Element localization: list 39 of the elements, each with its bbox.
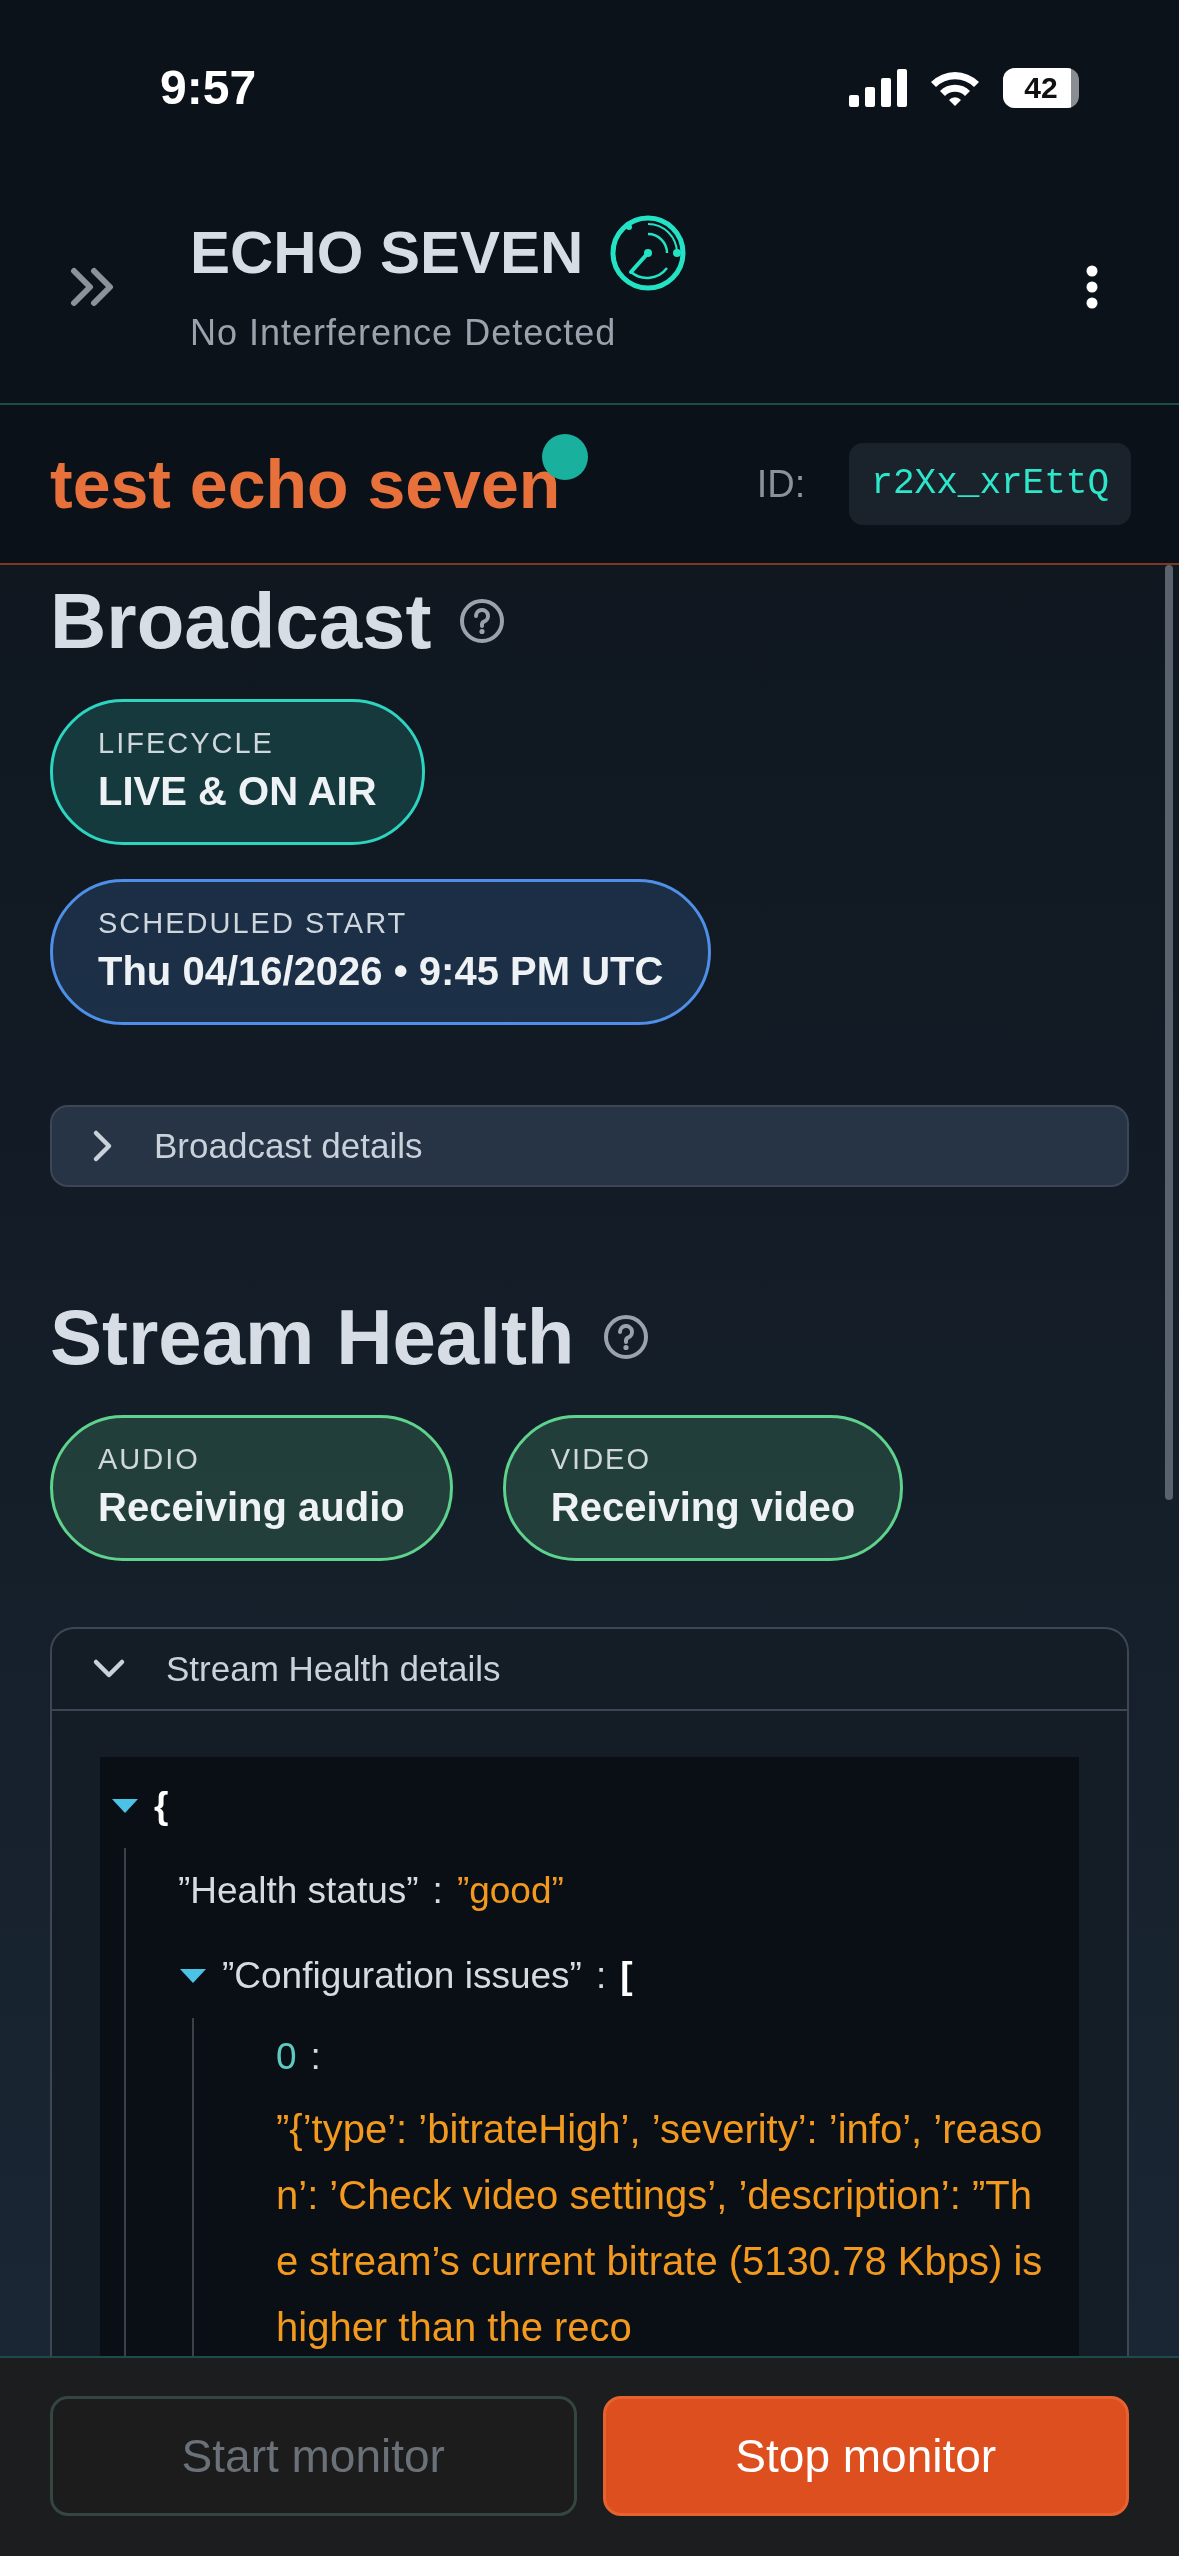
section-heading: Broadcast — [50, 582, 432, 660]
pill-label: LIFECYCLE — [98, 728, 275, 758]
json-index: 0 — [276, 2035, 297, 2080]
help-icon[interactable] — [459, 598, 506, 644]
battery-indicator: 42 — [1003, 68, 1079, 108]
details-toggle[interactable]: Stream Health details — [52, 1629, 1127, 1711]
radar-icon — [609, 213, 688, 292]
stream-name: test echo seven — [50, 446, 561, 522]
pill-label: VIDEO — [550, 1444, 652, 1474]
json-colon: : — [595, 1953, 607, 1998]
app-title: ECHO SEVEN — [190, 222, 584, 283]
json-value: ”{’type’: ’bitrateHigh’, ’severity’: ’info’, ’reason’: ’Check video settings’, ’description’: ”The stream’s current bitrate (5130.78 Kbps) is higher than the reco — [276, 2106, 1044, 2351]
json-value: ”good” — [456, 1868, 564, 1913]
app-subtitle: No Interference Detected — [190, 310, 618, 355]
json-key: ”Health status” — [178, 1862, 419, 1919]
pill-value: Receiving video — [550, 1483, 856, 1531]
chevron-down-icon — [92, 1658, 126, 1680]
double-chevron-icon[interactable] — [70, 266, 116, 307]
section-heading: Stream Health — [50, 1298, 575, 1376]
details-toggle[interactable]: Broadcast details — [50, 1105, 1129, 1187]
id-label: ID: — [756, 461, 806, 507]
pill-value: LIVE & ON AIR — [98, 767, 377, 815]
stop-monitor-button[interactable]: Stop monitor — [602, 2396, 1129, 2516]
chevron-right-icon — [92, 1129, 114, 1163]
wifi-icon — [929, 69, 981, 107]
more-options-icon[interactable] — [1085, 264, 1099, 309]
pill-label: AUDIO — [98, 1444, 201, 1474]
json-bracket: { — [154, 1783, 169, 1828]
pill-label: SCHEDULED START — [98, 908, 409, 938]
json-bracket: [ — [620, 1953, 633, 1998]
stream-id: r2Xx_xrEttQ — [849, 443, 1131, 525]
signal-icon — [849, 69, 907, 107]
status-time: 9:57 — [160, 60, 257, 116]
pill-value: Thu 04/16/2026 • 9:45 PM UTC — [98, 947, 664, 995]
json-key: ”Configuration issues” — [222, 1947, 582, 2004]
json-colon: : — [310, 2035, 321, 2080]
json-colon: : — [432, 1868, 443, 1913]
pill-value: Receiving audio — [98, 1483, 405, 1531]
help-icon[interactable] — [602, 1314, 649, 1360]
